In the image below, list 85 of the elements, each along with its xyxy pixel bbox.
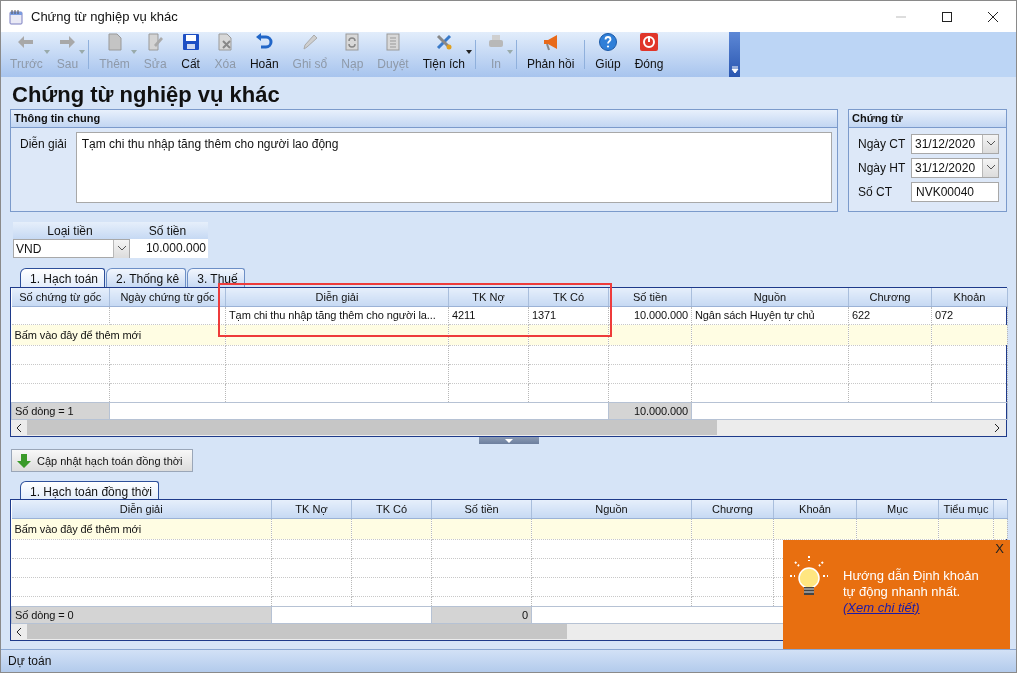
column-header[interactable]: Số tiền (608, 288, 692, 306)
column-header[interactable]: Số chứng từ gốc (11, 288, 110, 306)
page-heading: Chứng từ nghiệp vụ khác (12, 81, 281, 108)
add-row-prompt[interactable]: Bấm vào đây để thêm mới (11, 324, 226, 345)
row-count: Số dòng = 1 (11, 402, 110, 419)
table-cell: 4211 (448, 306, 529, 324)
chevron-down-icon (986, 141, 995, 146)
chevron-left-icon[interactable] (16, 627, 22, 636)
caret-icon (43, 50, 50, 54)
column-header[interactable]: TK Có (351, 500, 432, 518)
window-title: Chứng từ nghiệp vụ khác (31, 9, 178, 24)
list-icon (383, 32, 403, 52)
table-cell: 072 (931, 306, 1008, 324)
date-field[interactable]: 31/12/2020 (911, 133, 999, 154)
column-header[interactable]: Diễn giải (225, 288, 449, 306)
edit-icon (145, 32, 166, 52)
save-icon (180, 32, 201, 52)
table-cell: 622 (848, 306, 932, 324)
field-label: Ngày CT (858, 136, 907, 151)
total-amount: 0 (431, 606, 532, 623)
caret-icon (79, 50, 86, 54)
table-cell: 10.000.000 (608, 306, 692, 324)
column-header[interactable]: TK Nợ (271, 500, 352, 518)
panel-title: Chứng từ (849, 110, 1006, 128)
description-field[interactable]: Tạm chi thu nhập tăng thêm cho người lao động (75, 132, 832, 203)
toolbar-overflow-button[interactable] (729, 32, 740, 77)
toolbar-button[interactable]: Tiện ích (415, 32, 472, 77)
column-header[interactable]: Mục (856, 500, 939, 518)
column-header[interactable]: Tiểu mục (938, 500, 994, 518)
tab[interactable]: 3. Thuế (187, 268, 245, 287)
splitter-handle[interactable] (479, 437, 539, 444)
column-header[interactable]: Diễn giải (11, 500, 272, 518)
status-text: Dự toán (8, 654, 52, 668)
add-row-prompt[interactable]: Bấm vào đây để thêm mới (11, 518, 272, 539)
tip-text: Hướng dẫn Định khoản tự động nhanh nhất. (843, 568, 980, 600)
column-header[interactable]: Chương (848, 288, 932, 306)
chevron-down-icon (505, 438, 513, 443)
column-header[interactable]: Khoản (773, 500, 857, 518)
tab[interactable]: 1. Hạch toán (20, 268, 106, 287)
details-link[interactable]: (Xem chi tiết) (843, 600, 920, 616)
toolbar-button[interactable]: Cất (173, 32, 208, 77)
input-field[interactable]: NVK00040 (911, 181, 999, 202)
column-header[interactable]: Nguồn (691, 288, 849, 306)
amount-field[interactable]: 10.000.000 (130, 239, 208, 258)
field-label: Diễn giải (20, 135, 67, 153)
tab[interactable]: 1. Hạch toán đồng thời (20, 481, 159, 499)
chevron-down-icon (117, 246, 126, 251)
close-icon[interactable] (987, 10, 999, 23)
undo-icon (254, 32, 275, 52)
close-button[interactable]: X (993, 541, 1006, 556)
chevron-right-icon[interactable] (994, 423, 1000, 432)
panel-title: Thông tin chung (11, 110, 837, 128)
column-header[interactable]: Ngày chứng từ gốc (109, 288, 226, 306)
caret-icon (506, 50, 513, 54)
toolbar-button[interactable]: Phản hồi (519, 32, 582, 77)
chevron-left-icon[interactable] (16, 423, 22, 432)
column-header[interactable]: TK Nợ (448, 288, 529, 306)
total-amount: 10.000.000 (608, 402, 692, 419)
date-field[interactable]: 31/12/2020 (911, 157, 999, 178)
column-header[interactable]: Chương (691, 500, 774, 518)
caret-icon (465, 50, 472, 54)
tab[interactable]: 2. Thống kê (106, 268, 187, 287)
maximize-icon[interactable] (941, 10, 953, 23)
table-cell: Ngân sách Huyện tự chủ (691, 306, 849, 324)
field-label: Ngày HT (858, 160, 907, 175)
notepad-icon (8, 8, 24, 25)
column-header[interactable]: Nguồn (531, 500, 692, 518)
field-label: Số CT (858, 184, 893, 199)
chevron-down-icon (986, 165, 995, 170)
table-cell: Tạm chi thu nhập tăng thêm cho người la... (225, 306, 449, 324)
sync-entries-button[interactable]: Cập nhật hạch toán đồng thời (11, 449, 193, 472)
currency-dropdown[interactable]: VND (13, 239, 130, 258)
table-cell: 1371 (528, 306, 609, 324)
column-header: Số tiền (147, 223, 188, 239)
column-header[interactable]: Khoản (931, 288, 1008, 306)
toolbar-button[interactable]: Đóng (627, 32, 671, 77)
toolbar-button[interactable]: Giúp (588, 32, 628, 77)
column-header[interactable]: Số tiền (431, 500, 532, 518)
row-count: Số dòng = 0 (11, 606, 272, 623)
toolbar-button[interactable]: Hoãn (242, 32, 286, 77)
column-header: Loại tiền (46, 223, 94, 239)
caret-icon (130, 50, 137, 54)
chevron-down-icon (730, 66, 739, 74)
column-header[interactable]: TK Có (528, 288, 609, 306)
arrow-down-icon (16, 452, 32, 469)
